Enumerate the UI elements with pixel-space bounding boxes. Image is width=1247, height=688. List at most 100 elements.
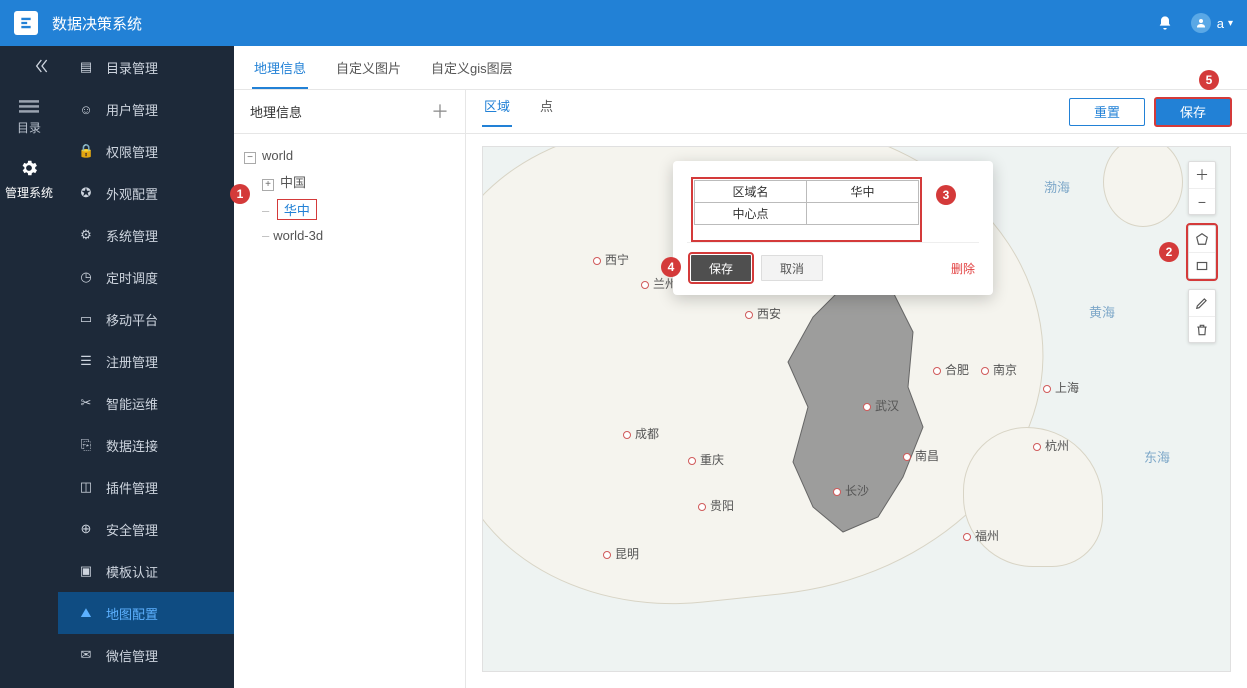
- tree-panel-title: 地理信息: [250, 102, 302, 121]
- subtab-region[interactable]: 区域: [482, 96, 512, 127]
- nav-rail: 目录 管理系统: [0, 46, 58, 688]
- region-name-value[interactable]: 华中: [807, 181, 919, 203]
- sidebar-item-system[interactable]: ⚙系统管理: [58, 214, 234, 256]
- plugin-icon: ◫: [78, 479, 94, 495]
- popup-save-button[interactable]: 保存: [691, 255, 751, 281]
- notifications-icon[interactable]: [1157, 15, 1173, 31]
- annotation-badge: 2: [1159, 242, 1179, 262]
- sidebar-item-permission[interactable]: 🔒权限管理: [58, 130, 234, 172]
- map-canvas[interactable]: 渤海 黄海 东海 西宁 兰州 西安 成都 重庆 贵阳 昆明 长沙 武汉 南昌 合…: [482, 146, 1231, 672]
- map-icon: ⛰: [78, 605, 94, 621]
- palette-icon: ✪: [78, 185, 94, 201]
- main-area: 地理信息 自定义图片 自定义gis图层 地理信息 ＋ −world +中国: [234, 46, 1247, 688]
- sidebar-item-user-mgmt[interactable]: ☺用户管理: [58, 88, 234, 130]
- tree-node-world3d[interactable]: –world-3d: [244, 224, 455, 247]
- tree-panel: 地理信息 ＋ −world +中国 – 华中 –world-3d: [234, 90, 466, 688]
- city-marker: 重庆: [688, 451, 724, 468]
- popup-cancel-button[interactable]: 取消: [761, 255, 823, 281]
- tree-node-huazhong[interactable]: – 华中: [244, 195, 455, 224]
- sidebar-item-datasource[interactable]: ⎘数据连接: [58, 424, 234, 466]
- delete-shape-button[interactable]: [1189, 316, 1215, 342]
- tree-node-world[interactable]: −world: [244, 144, 455, 168]
- city-marker: 南京: [981, 361, 1017, 378]
- edit-shape-button[interactable]: [1189, 290, 1215, 316]
- annotation-badge: 5: [1199, 70, 1219, 90]
- city-marker: 西安: [745, 305, 781, 322]
- sidebar-item-mobile[interactable]: ▭移动平台: [58, 298, 234, 340]
- tab-custom-gis[interactable]: 自定义gis图层: [429, 58, 515, 89]
- tools-icon: ✂: [78, 395, 94, 411]
- sidebar-item-map-config[interactable]: ⛰地图配置: [58, 592, 234, 634]
- city-marker: 杭州: [1033, 437, 1069, 454]
- sidebar-item-plugin[interactable]: ◫插件管理: [58, 466, 234, 508]
- city-marker: 武汉: [863, 397, 899, 414]
- card-icon: ☰: [78, 353, 94, 369]
- list-icon: ▤: [78, 59, 94, 75]
- sea-label: 渤海: [1044, 177, 1070, 196]
- center-value[interactable]: [807, 203, 919, 225]
- sidebar-item-scheduler[interactable]: ◷定时调度: [58, 256, 234, 298]
- cert-icon: ▣: [78, 563, 94, 579]
- rail-item-label: 管理系统: [5, 186, 53, 200]
- sidebar-item-ops[interactable]: ✂智能运维: [58, 382, 234, 424]
- user-icon: ☺: [78, 102, 94, 117]
- collapse-rail-icon[interactable]: [34, 58, 50, 79]
- sidebar-item-wechat[interactable]: ✉微信管理: [58, 634, 234, 676]
- center-label: 中心点: [695, 203, 807, 225]
- city-marker: 兰州: [641, 275, 677, 292]
- expand-icon[interactable]: +: [262, 179, 274, 191]
- reset-button[interactable]: 重置: [1069, 98, 1145, 126]
- city-marker: 合肥: [933, 361, 969, 378]
- popup-delete-button[interactable]: 删除: [951, 260, 975, 277]
- chevron-down-icon: ▾: [1228, 18, 1233, 29]
- user-menu[interactable]: a ▾: [1191, 13, 1233, 33]
- avatar-icon: [1191, 13, 1211, 33]
- tab-custom-image[interactable]: 自定义图片: [334, 58, 403, 89]
- annotation-badge: 1: [230, 184, 250, 204]
- city-marker: 成都: [623, 425, 659, 442]
- app-title: 数据决策系统: [52, 13, 142, 34]
- app-logo: [14, 11, 38, 35]
- region-name-label: 区域名: [695, 181, 807, 203]
- sidebar-item-catalog-mgmt[interactable]: ▤目录管理: [58, 46, 234, 88]
- rail-item-catalog[interactable]: 目录: [0, 89, 58, 148]
- annotation-badge: 3: [936, 185, 956, 205]
- rail-item-label: 目录: [17, 121, 41, 135]
- sidebar-item-security[interactable]: ⊕安全管理: [58, 508, 234, 550]
- zoom-out-button[interactable]: −: [1189, 188, 1215, 214]
- clock-icon: ◷: [78, 269, 94, 285]
- tree-node-china[interactable]: +中国: [244, 168, 455, 195]
- top-bar: 数据决策系统 a ▾: [0, 0, 1247, 46]
- tab-geo-info[interactable]: 地理信息: [252, 58, 308, 89]
- tree-leaf-dash: –: [262, 203, 269, 218]
- region-edit-popup: 区域名 华中 中心点 3: [673, 161, 993, 295]
- city-marker: 南昌: [903, 447, 939, 464]
- shield-icon: ⊕: [78, 521, 94, 537]
- region-table: 区域名 华中 中心点: [694, 180, 919, 225]
- gear-icon: ⚙: [78, 227, 94, 243]
- rail-item-admin[interactable]: 管理系统: [0, 148, 58, 213]
- draw-rectangle-button[interactable]: [1189, 252, 1215, 278]
- main-tabs: 地理信息 自定义图片 自定义gis图层: [234, 46, 1247, 90]
- tree: −world +中国 – 华中 –world-3d 1: [234, 134, 465, 257]
- city-marker: 贵阳: [698, 497, 734, 514]
- sidebar-item-register[interactable]: ☰注册管理: [58, 340, 234, 382]
- lock-icon: 🔒: [78, 143, 94, 159]
- annotation-badge: 4: [661, 257, 681, 277]
- sidebar-item-template[interactable]: ▣模板认证: [58, 550, 234, 592]
- sidebar-item-appearance[interactable]: ✪外观配置: [58, 172, 234, 214]
- sea-label: 黄海: [1089, 302, 1115, 321]
- add-node-icon[interactable]: ＋: [431, 103, 449, 121]
- draw-polygon-button[interactable]: [1189, 226, 1215, 252]
- right-panel: 区域 点 重置 保存 5: [466, 90, 1247, 688]
- save-button[interactable]: 保存: [1155, 98, 1231, 126]
- subtab-point[interactable]: 点: [538, 96, 555, 127]
- link-icon: ⎘: [78, 437, 94, 453]
- collapse-icon[interactable]: −: [244, 152, 256, 164]
- mobile-icon: ▭: [78, 311, 94, 327]
- sidebar: ▤目录管理 ☺用户管理 🔒权限管理 ✪外观配置 ⚙系统管理 ◷定时调度 ▭移动平…: [58, 46, 234, 688]
- wechat-icon: ✉: [78, 647, 94, 663]
- zoom-in-button[interactable]: ＋: [1189, 162, 1215, 188]
- map-controls: ＋ − 2: [1188, 161, 1216, 343]
- city-marker: 福州: [963, 527, 999, 544]
